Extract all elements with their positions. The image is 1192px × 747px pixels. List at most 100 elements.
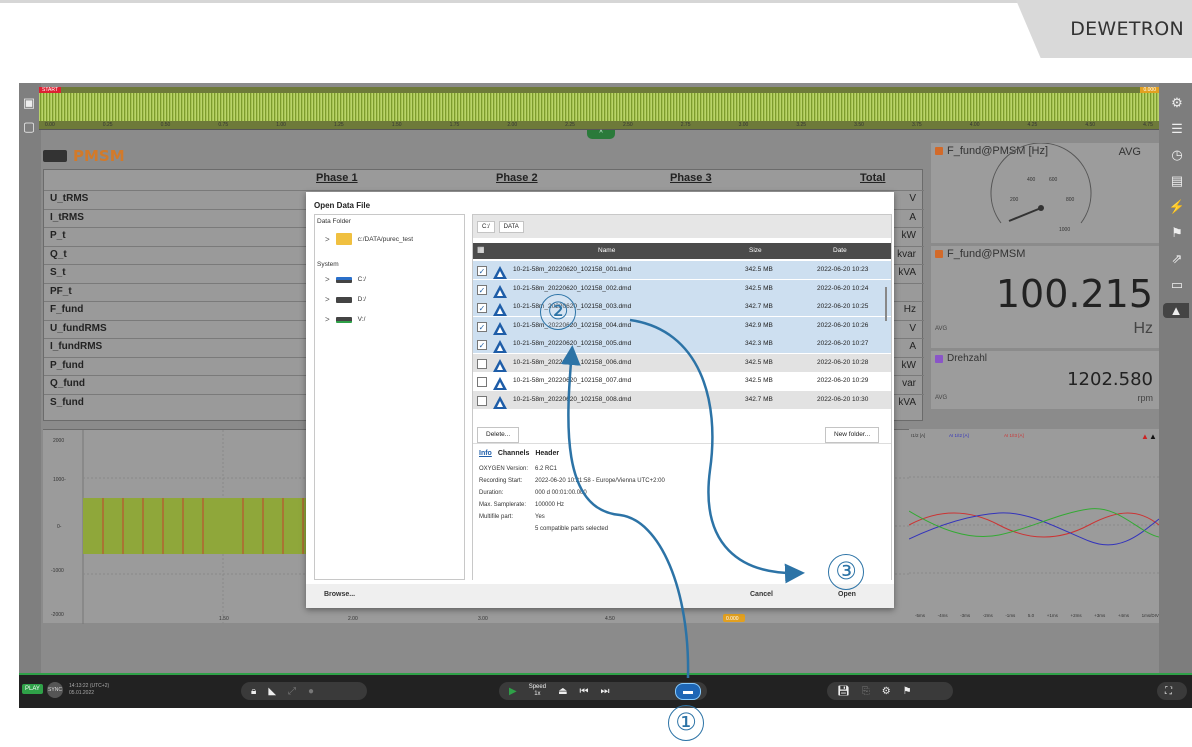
- overview-tick: 1.50: [391, 122, 402, 128]
- row-unit: V: [909, 193, 916, 204]
- skip-back-icon[interactable]: ⏮: [580, 686, 589, 697]
- flag-icon[interactable]: ⚑: [1167, 225, 1187, 241]
- row-label: U_tRMS: [50, 193, 89, 204]
- speed-mode: AVG: [935, 395, 948, 401]
- file-date: 2022-06-20 10:26: [817, 321, 869, 329]
- file-checkbox[interactable]: [477, 358, 487, 369]
- gauge-icon[interactable]: ◷: [1167, 147, 1187, 163]
- breadcrumb-item[interactable]: C:/: [477, 220, 495, 233]
- file-row[interactable]: ✓ 10-21-58m_20220620_102158_003.dmd 342.7 …: [473, 298, 891, 316]
- tab-info[interactable]: Info: [479, 450, 492, 457]
- scope-chart[interactable]: I1/2 [A] AI 1/I2 [A] AI 1/I3 [A] ▲ ▲ -5m…: [908, 429, 1160, 623]
- zoom-icon[interactable]: ⤢: [288, 686, 296, 697]
- file-row[interactable]: ✓ 10-21-58m_20220620_102158_001.dmd 342.5 …: [473, 261, 891, 279]
- file-date: 2022-06-20 10:23: [817, 266, 869, 273]
- file-checkbox[interactable]: [477, 395, 487, 406]
- file-checkbox[interactable]: ✓: [477, 321, 487, 332]
- new-folder-button[interactable]: New folder...: [825, 427, 880, 443]
- row-label: S_t: [50, 267, 66, 278]
- info-key: OXYGEN Version:: [479, 466, 529, 472]
- file-size: 342.5 MB: [745, 266, 773, 273]
- file-row[interactable]: 10-21-58m_20220620_102158_006.dmd 342.5 M…: [473, 353, 891, 372]
- file-list-scrollbar[interactable]: [885, 287, 887, 321]
- car-icon[interactable]: ▭: [1167, 277, 1187, 293]
- speed-meter[interactable]: Drehzahl 1202.580 AVG rpm: [931, 351, 1159, 409]
- scope-time-axis: -5ms -4ms -3ms -2ms -1ms 5.0 +1ms +2ms +3ms +4ms 1…: [915, 613, 1159, 618]
- file-checkbox[interactable]: ✓: [477, 284, 487, 295]
- data-folder-item[interactable]: > c:/DATA/purec_test: [325, 233, 413, 245]
- recording-overview[interactable]: START 0.000 0.00 0.25 0.50 0.75 1.00 1.25 1.50…: [39, 87, 1159, 130]
- file-row[interactable]: ✓ 10-21-58m_20220620_102158_002.dmd 342.5 …: [473, 279, 891, 298]
- gauge-instrument[interactable]: F_fund@PMSM [Hz] AVG 200 400 600 800 100…: [931, 143, 1159, 243]
- drive-item-c[interactable]: > C:/: [325, 275, 366, 284]
- info-row: Max. Samplerate: 100000 Hz: [479, 502, 564, 508]
- drive-label: V:/: [357, 316, 366, 323]
- record-icon[interactable]: ●: [308, 686, 314, 697]
- file-row[interactable]: ✓ 10-21-58m_20220620_102158_004.dmd 342.9 …: [473, 316, 891, 335]
- info-key: Recording Start:: [479, 478, 523, 484]
- file-row[interactable]: 10-21-58m_20220620_102158_008.dmd 342.7 M…: [473, 390, 891, 409]
- monitor-icon[interactable]: ▢: [19, 119, 39, 135]
- tab-channels[interactable]: Channels: [498, 450, 530, 457]
- overview-toggle-handle[interactable]: ^: [587, 130, 615, 139]
- select-all-icon[interactable]: ▦: [477, 245, 485, 254]
- lock-icon[interactable]: 🔒︎: [251, 686, 256, 697]
- gear-icon[interactable]: ⚙: [1167, 95, 1187, 111]
- chevron-right-icon[interactable]: >: [325, 295, 330, 304]
- file-checkbox[interactable]: ✓: [477, 266, 487, 276]
- fullscreen-button[interactable]: ⛶: [1157, 682, 1187, 700]
- overview-tick: 2.50: [622, 122, 633, 128]
- play-icon[interactable]: ▶: [509, 686, 517, 697]
- chevron-right-icon[interactable]: >: [325, 235, 330, 244]
- cursor-icon[interactable]: ◣: [268, 686, 276, 697]
- drive-item-v[interactable]: > V:/: [325, 315, 365, 324]
- delete-button[interactable]: Delete...: [477, 427, 520, 443]
- layers-icon[interactable]: ▣: [19, 95, 39, 111]
- breadcrumb-item[interactable]: DATA: [498, 220, 524, 233]
- file-date: 2022-06-20 10:27: [817, 340, 869, 347]
- sync-button[interactable]: SYNC: [47, 682, 63, 698]
- col-header-phase1: Phase 1: [316, 172, 358, 184]
- file-checkbox[interactable]: [477, 377, 487, 387]
- browse-button[interactable]: Browse...: [324, 591, 355, 598]
- digital-unit: Hz: [1133, 320, 1153, 337]
- col-size[interactable]: Size: [749, 247, 762, 254]
- marker-flag-icon[interactable]: ⚑: [903, 686, 912, 697]
- open-folder-button[interactable]: ▬: [675, 683, 701, 700]
- info-key: Duration:: [479, 490, 504, 496]
- file-checkbox[interactable]: ✓: [477, 340, 487, 350]
- dewetron-tab-icon[interactable]: ▲: [1163, 303, 1189, 318]
- file-row[interactable]: 10-21-58m_20220620_102158_007.dmd 342.5 M…: [473, 372, 891, 390]
- cancel-button[interactable]: Cancel: [750, 591, 773, 598]
- report-icon[interactable]: ▤: [1167, 173, 1187, 189]
- row-unit: kVA: [898, 396, 916, 408]
- col-date[interactable]: Date: [833, 247, 847, 254]
- chevron-right-icon[interactable]: >: [325, 315, 330, 324]
- power-icon[interactable]: ⚡: [1167, 199, 1187, 215]
- info-value: 6.2 RC1: [535, 466, 558, 472]
- copy-icon[interactable]: ⎘: [862, 686, 870, 697]
- skip-forward-icon[interactable]: ⏭: [601, 686, 610, 697]
- tab-header[interactable]: Header: [535, 450, 559, 457]
- eject-icon[interactable]: ⏏: [558, 686, 567, 697]
- open-button[interactable]: Open: [838, 591, 856, 598]
- export-icon[interactable]: ⇗: [1167, 251, 1187, 267]
- file-row[interactable]: ✓ 10-21-58m_20220620_102158_005.dmd 342.3 …: [473, 335, 891, 353]
- overview-tick: 0.25: [102, 122, 113, 128]
- info-row: Duration: 000 d 00:01:00.000: [479, 490, 587, 496]
- chevron-right-icon[interactable]: >: [325, 275, 330, 284]
- drive-item-d[interactable]: > D:/: [325, 295, 366, 304]
- y-tick-label: 0-: [57, 524, 62, 530]
- list-icon[interactable]: ☰: [1167, 121, 1187, 137]
- settings-icon[interactable]: ⚙: [882, 686, 891, 697]
- scope-tick: -5ms: [915, 613, 925, 618]
- speed-label: Speed: [528, 684, 547, 690]
- panel-menu-icon[interactable]: [43, 150, 67, 162]
- save-icon[interactable]: 💾︎: [837, 686, 850, 697]
- speed-control[interactable]: Speed 1x: [529, 684, 546, 698]
- col-name[interactable]: Name: [598, 247, 615, 254]
- play-status[interactable]: PLAY: [22, 684, 43, 694]
- file-checkbox[interactable]: ✓: [477, 303, 487, 313]
- digital-meter[interactable]: F_fund@PMSM 100.215 AVG Hz: [931, 246, 1159, 348]
- trigger-marker: ▲: [1141, 432, 1149, 441]
